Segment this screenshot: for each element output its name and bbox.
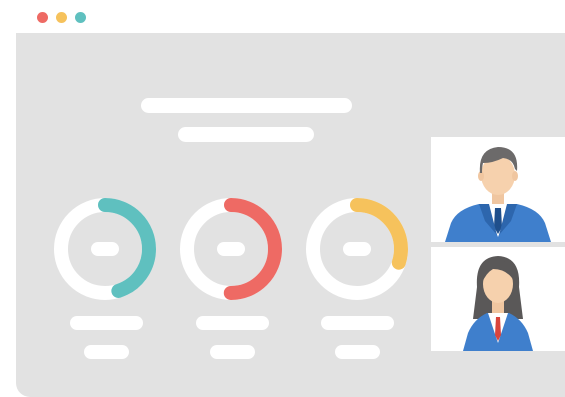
male-avatar-icon <box>445 147 551 242</box>
gauge-label-placeholder <box>70 316 143 330</box>
gauge-center-placeholder <box>343 242 371 256</box>
gauge-ring <box>306 198 408 300</box>
gauge-value-placeholder <box>84 345 129 359</box>
app-window <box>0 0 565 397</box>
gauge-label-placeholder <box>196 316 269 330</box>
gauge-ring <box>54 198 156 300</box>
gauge-center-placeholder <box>91 242 119 256</box>
gauge-center-placeholder <box>217 242 245 256</box>
video-tile-man[interactable] <box>431 137 565 242</box>
title-placeholder <box>141 98 352 113</box>
close-window-button[interactable] <box>37 12 48 23</box>
gauge-value-placeholder <box>210 345 255 359</box>
title-bar <box>0 0 565 32</box>
gauge-teal <box>53 197 157 301</box>
minimize-window-button[interactable] <box>56 12 67 23</box>
video-tile-woman[interactable] <box>431 247 565 351</box>
female-avatar-icon <box>463 256 533 351</box>
gauge-value-placeholder <box>335 345 380 359</box>
gauge-ring <box>180 198 282 300</box>
maximize-window-button[interactable] <box>75 12 86 23</box>
gauge-label-placeholder <box>321 316 394 330</box>
subtitle-placeholder <box>178 127 314 142</box>
gauge-red <box>179 197 283 301</box>
gauge-yellow <box>305 197 409 301</box>
